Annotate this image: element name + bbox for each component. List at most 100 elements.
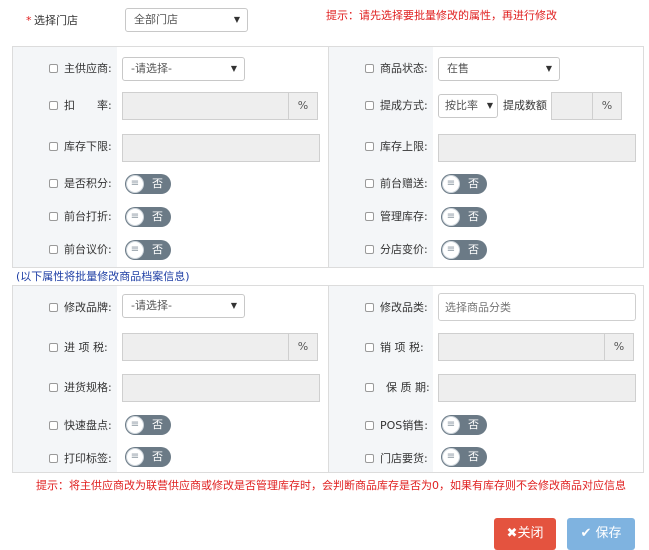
print-label-toggle-text: 否: [152, 450, 163, 463]
category-checkbox[interactable]: [365, 303, 374, 312]
branch-price-label: 分店变价:: [380, 243, 428, 256]
brand-select-value: -请选择-: [131, 299, 172, 312]
quick-count-label: 快速盘点:: [64, 419, 112, 432]
front-discount-label: 前台打折:: [64, 210, 112, 223]
menu-lines-icon: ≡: [442, 175, 460, 193]
store-request-checkbox[interactable]: [365, 454, 374, 463]
product-status-checkbox[interactable]: [365, 64, 374, 73]
front-bargain-checkbox[interactable]: [49, 245, 58, 254]
points-toggle-text: 否: [152, 177, 163, 190]
pos-sale-toggle-text: 否: [468, 418, 479, 431]
stock-min-checkbox[interactable]: [49, 142, 58, 151]
commission-unit: %: [592, 92, 622, 120]
menu-lines-icon: ≡: [442, 416, 460, 434]
brand-select[interactable]: -请选择- ▼: [122, 294, 245, 318]
print-label-checkbox[interactable]: [49, 454, 58, 463]
column-divider: [328, 47, 329, 267]
branch-price-toggle-text: 否: [468, 243, 479, 256]
front-discount-toggle-text: 否: [152, 210, 163, 223]
x-icon: ✖: [506, 526, 518, 541]
column-divider: [328, 286, 329, 472]
chevron-down-icon: ▼: [233, 15, 240, 24]
quick-count-toggle[interactable]: ≡ 否: [125, 415, 171, 435]
shelf-life-checkbox[interactable]: [365, 383, 374, 392]
front-gift-toggle[interactable]: ≡ 否: [441, 174, 487, 194]
stock-min-input[interactable]: [122, 134, 320, 162]
save-button-label: 保存: [595, 526, 622, 541]
store-request-label: 门店要货:: [380, 452, 428, 465]
points-toggle[interactable]: ≡ 否: [125, 174, 171, 194]
brand-checkbox[interactable]: [49, 303, 58, 312]
commission-amount-input[interactable]: [551, 92, 593, 120]
manage-stock-toggle[interactable]: ≡ 否: [441, 207, 487, 227]
branch-price-checkbox[interactable]: [365, 245, 374, 254]
commission-checkbox[interactable]: [365, 101, 374, 110]
commission-label: 提成方式:: [380, 99, 428, 112]
product-status-label: 商品状态:: [380, 62, 428, 75]
branch-price-toggle[interactable]: ≡ 否: [441, 240, 487, 260]
menu-lines-icon: ≡: [442, 241, 460, 259]
front-bargain-toggle-text: 否: [152, 243, 163, 256]
input-tax-checkbox[interactable]: [49, 343, 58, 352]
pos-sale-label: POS销售:: [380, 419, 428, 432]
input-tax-input[interactable]: [122, 333, 289, 361]
supplier-checkbox[interactable]: [49, 64, 58, 73]
supplier-select[interactable]: -请选择- ▼: [122, 57, 245, 81]
front-bargain-label: 前台议价:: [64, 243, 112, 256]
store-select[interactable]: 全部门店 ▼: [125, 8, 248, 32]
output-tax-input[interactable]: [438, 333, 605, 361]
print-label-toggle[interactable]: ≡ 否: [125, 447, 171, 467]
commission-amount-label: 提成数额: [503, 99, 547, 112]
menu-lines-icon: ≡: [126, 208, 144, 226]
input-tax-label: 进 项 税:: [64, 341, 108, 354]
print-label-label: 打印标签:: [64, 452, 112, 465]
supplier-select-value: -请选择-: [131, 62, 172, 75]
pos-sale-toggle[interactable]: ≡ 否: [441, 415, 487, 435]
top-hint: 提示：请先选择要批量修改的属性，再进行修改: [326, 9, 557, 22]
commission-method-select[interactable]: 按比率 ▼: [438, 94, 498, 118]
pos-sale-checkbox[interactable]: [365, 421, 374, 430]
brand-label: 修改品牌:: [64, 301, 112, 314]
shelf-life-input[interactable]: [438, 374, 636, 402]
category-input[interactable]: [438, 293, 636, 321]
discount-input[interactable]: [122, 92, 289, 120]
output-tax-unit: %: [604, 333, 634, 361]
store-request-toggle[interactable]: ≡ 否: [441, 447, 487, 467]
manage-stock-checkbox[interactable]: [365, 212, 374, 221]
discount-checkbox[interactable]: [49, 101, 58, 110]
chevron-down-icon: ▼: [545, 64, 552, 73]
product-status-select[interactable]: 在售 ▼: [438, 57, 560, 81]
stock-max-input[interactable]: [438, 134, 636, 162]
output-tax-checkbox[interactable]: [365, 343, 374, 352]
menu-lines-icon: ≡: [126, 175, 144, 193]
required-mark: *: [26, 14, 32, 27]
menu-lines-icon: ≡: [126, 448, 144, 466]
quick-count-toggle-text: 否: [152, 418, 163, 431]
discount-label: 扣 率:: [64, 99, 112, 112]
footer-hint: 提示：将主供应商改为联营供应商或修改是否管理库存时，会判断商品库存是否为0，如果…: [36, 479, 626, 492]
stock-min-label: 库存下限:: [64, 140, 112, 153]
save-button[interactable]: ✔ 保存: [567, 518, 635, 550]
stock-max-checkbox[interactable]: [365, 142, 374, 151]
front-discount-toggle[interactable]: ≡ 否: [125, 207, 171, 227]
menu-lines-icon: ≡: [442, 208, 460, 226]
label-column-right: [329, 47, 433, 267]
product-status-value: 在售: [447, 62, 469, 75]
purchase-spec-input[interactable]: [122, 374, 320, 402]
front-bargain-toggle[interactable]: ≡ 否: [125, 240, 171, 260]
chevron-down-icon: ▼: [486, 101, 493, 110]
close-button-label: 关闭: [517, 526, 544, 541]
front-gift-toggle-text: 否: [468, 177, 479, 190]
purchase-spec-checkbox[interactable]: [49, 383, 58, 392]
manage-stock-toggle-text: 否: [468, 210, 479, 223]
points-checkbox[interactable]: [49, 179, 58, 188]
front-gift-checkbox[interactable]: [365, 179, 374, 188]
check-icon: ✔: [580, 526, 592, 541]
chevron-down-icon: ▼: [230, 301, 237, 310]
supplier-label: 主供应商:: [64, 62, 112, 75]
quick-count-checkbox[interactable]: [49, 421, 58, 430]
menu-lines-icon: ≡: [442, 448, 460, 466]
front-discount-checkbox[interactable]: [49, 212, 58, 221]
close-button[interactable]: ✖关闭: [494, 518, 556, 550]
store-request-toggle-text: 否: [468, 450, 479, 463]
